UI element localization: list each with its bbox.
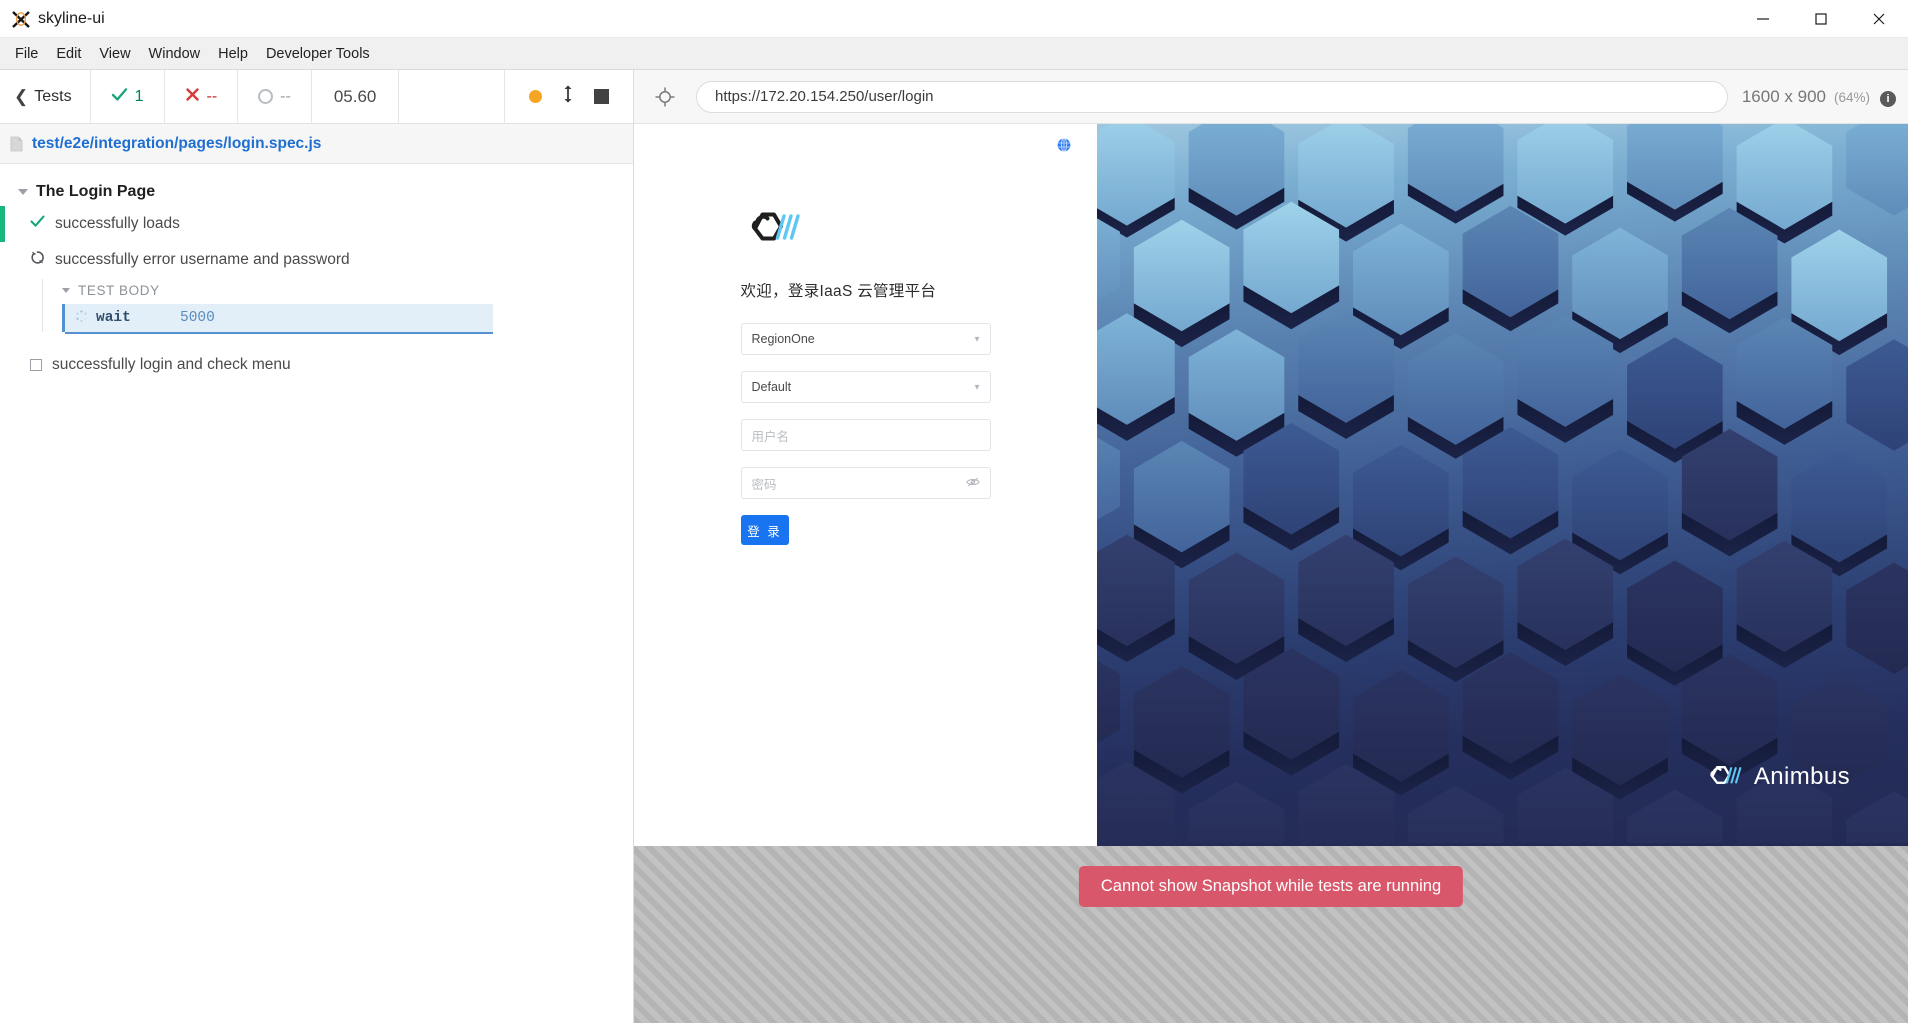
- info-icon[interactable]: i: [1880, 91, 1896, 107]
- stop-icon[interactable]: [594, 89, 609, 104]
- stat-duration: 05.60: [312, 70, 400, 123]
- app-under-test-frame: 欢迎，登录IaaS 云管理平台 RegionOne ▾ Default ▾ 用户…: [634, 124, 1908, 846]
- menu-item-file[interactable]: File: [6, 42, 47, 66]
- reporter-header: ❮ Tests 1 -- -- 05.60: [0, 70, 633, 124]
- crosshair-icon[interactable]: [634, 86, 696, 108]
- stat-pending-count: --: [280, 88, 291, 106]
- stat-pending: --: [238, 70, 312, 123]
- close-button[interactable]: [1850, 0, 1908, 38]
- command-name: wait: [96, 310, 180, 326]
- back-to-tests-label: Tests: [34, 88, 71, 106]
- aut-panel: https://172.20.154.250/user/login 1600 x…: [634, 70, 1908, 1023]
- reporter-controls: [505, 70, 633, 123]
- animbus-cloud-logo-icon: [741, 202, 991, 253]
- test-item-successfully-loads[interactable]: successfully loads: [0, 206, 633, 242]
- stat-failed: --: [165, 70, 239, 123]
- vertical-resize-icon[interactable]: [562, 84, 574, 109]
- domain-select[interactable]: Default ▾: [741, 371, 991, 403]
- stat-failed-count: --: [207, 88, 218, 106]
- x-icon: [185, 87, 200, 107]
- animbus-brand-mark: Animbus: [1703, 759, 1850, 794]
- domain-select-value: Default: [752, 380, 975, 394]
- animbus-cloud-logo-icon: [1703, 759, 1745, 794]
- suite-header[interactable]: The Login Page: [0, 178, 633, 206]
- pending-spinner-icon: [65, 310, 96, 327]
- test-body-section: TEST BODY wait 5000: [0, 277, 633, 332]
- password-input[interactable]: 密码: [741, 467, 991, 499]
- chevron-down-icon: ▾: [974, 382, 979, 393]
- window-title: skyline-ui: [38, 10, 105, 28]
- chevron-down-icon: ▾: [974, 334, 979, 345]
- stat-passed: 1: [91, 70, 165, 123]
- reporter-header-spacer: [399, 70, 505, 123]
- test-item-label: successfully loads: [55, 215, 180, 233]
- login-hero-image: Animbus: [1097, 124, 1908, 846]
- spec-file-bar: test/e2e/integration/pages/login.spec.js: [0, 124, 633, 164]
- test-item-successfully-error-username-and-password[interactable]: successfully error username and password: [0, 242, 633, 277]
- hexagon-pattern: [1097, 124, 1908, 843]
- checkbox-empty-icon: [30, 359, 42, 371]
- login-form: 欢迎，登录IaaS 云管理平台 RegionOne ▾ Default ▾ 用户…: [741, 202, 991, 545]
- cypress-x-logo-icon: [8, 6, 34, 32]
- viewport-scale-label: (64%): [1834, 90, 1870, 105]
- globe-icon[interactable]: [1057, 138, 1071, 157]
- login-submit-button[interactable]: 登 录: [741, 515, 789, 545]
- region-select-value: RegionOne: [752, 332, 975, 346]
- menu-item-developer-tools[interactable]: Developer Tools: [257, 42, 379, 66]
- test-body-label: TEST BODY: [78, 283, 160, 298]
- chevron-down-icon: [62, 288, 70, 293]
- command-row-wait[interactable]: wait 5000: [62, 304, 493, 332]
- username-input-placeholder: 用户名: [752, 426, 980, 445]
- stat-passed-count: 1: [135, 88, 144, 106]
- window-titlebar: skyline-ui: [0, 0, 1908, 38]
- login-welcome-text: 欢迎，登录IaaS 云管理平台: [741, 279, 991, 301]
- command-argument: 5000: [180, 310, 215, 326]
- aut-url-field[interactable]: https://172.20.154.250/user/login: [696, 81, 1728, 113]
- test-item-label: successfully login and check menu: [52, 356, 291, 374]
- username-input[interactable]: 用户名: [741, 419, 991, 451]
- window-controls: [1734, 0, 1908, 38]
- chevron-down-icon: [18, 189, 28, 195]
- suite-title: The Login Page: [36, 183, 155, 201]
- test-item-successfully-login-and-check-menu[interactable]: successfully login and check menu: [0, 348, 633, 382]
- menu-item-view[interactable]: View: [90, 42, 139, 66]
- application-menubar: File Edit View Window Help Developer Too…: [0, 38, 1908, 70]
- region-select[interactable]: RegionOne ▾: [741, 323, 991, 355]
- spinner-icon: [30, 250, 45, 269]
- test-reporter-panel: ❮ Tests 1 -- -- 05.60: [0, 70, 634, 1023]
- chevron-left-icon: ❮: [14, 88, 28, 105]
- eye-slash-icon[interactable]: [966, 476, 980, 491]
- animbus-brand-name: Animbus: [1754, 763, 1850, 791]
- check-icon: [111, 86, 128, 108]
- back-to-tests-button[interactable]: ❮ Tests: [0, 70, 91, 123]
- login-form-column: 欢迎，登录IaaS 云管理平台 RegionOne ▾ Default ▾ 用户…: [634, 124, 1097, 846]
- file-icon: [10, 136, 23, 152]
- aut-url-text: https://172.20.154.250/user/login: [715, 88, 934, 105]
- maximize-button[interactable]: [1792, 0, 1850, 38]
- menu-item-window[interactable]: Window: [140, 42, 210, 66]
- spec-file-path[interactable]: test/e2e/integration/pages/login.spec.js: [32, 135, 321, 153]
- aut-url-bar: https://172.20.154.250/user/login 1600 x…: [634, 70, 1908, 124]
- check-icon: [30, 214, 45, 234]
- orange-dot-icon: [529, 90, 542, 103]
- snapshot-warning-banner: Cannot show Snapshot while tests are run…: [1079, 866, 1463, 907]
- menu-item-help[interactable]: Help: [209, 42, 257, 66]
- viewport-size-label: 1600 x 900: [1742, 87, 1826, 107]
- aut-viewport: 欢迎，登录IaaS 云管理平台 RegionOne ▾ Default ▾ 用户…: [634, 124, 1908, 1023]
- main-split: ❮ Tests 1 -- -- 05.60: [0, 70, 1908, 1023]
- test-item-label: successfully error username and password: [55, 251, 350, 269]
- test-list: The Login Page successfully loads succes…: [0, 164, 633, 1023]
- viewport-info: 1600 x 900 (64%) i: [1742, 87, 1908, 107]
- test-body-header[interactable]: TEST BODY: [46, 277, 633, 304]
- password-input-placeholder: 密码: [752, 474, 966, 493]
- menu-item-edit[interactable]: Edit: [47, 42, 90, 66]
- circle-outline-icon: [258, 89, 273, 104]
- minimize-button[interactable]: [1734, 0, 1792, 38]
